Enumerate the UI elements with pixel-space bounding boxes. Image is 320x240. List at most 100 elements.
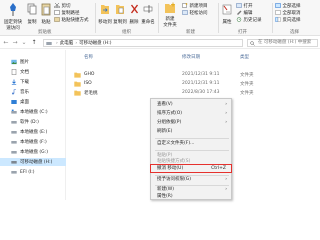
- rename-button[interactable]: 重命名: [141, 2, 155, 26]
- file-name: 老毛桃: [84, 91, 98, 96]
- nav-item-desktop[interactable]: 桌面: [0, 98, 66, 106]
- menu-separator: [155, 138, 229, 139]
- pin-to-quick-access-button[interactable]: 固定到快 速访问: [2, 2, 24, 31]
- select-all-icon: [275, 3, 281, 8]
- pin-label-line2: 速访问: [6, 25, 20, 31]
- forward-button[interactable]: →: [11, 39, 19, 47]
- history-button[interactable]: 历史记录: [236, 16, 266, 23]
- chevron-right-icon: ›: [225, 120, 227, 125]
- copy-path-icon: [54, 10, 60, 15]
- paste-icon: [41, 3, 51, 16]
- select-group-label: 选择: [290, 30, 299, 35]
- cut-button[interactable]: 剪切: [54, 2, 88, 9]
- copy-button[interactable]: 复制: [26, 2, 38, 26]
- ribbon-separator: [272, 3, 273, 33]
- new-item-button[interactable]: 新建项目: [182, 2, 216, 9]
- up-button[interactable]: ↑: [30, 39, 38, 47]
- chevron-right-icon: ›: [56, 40, 58, 46]
- invert-selection-icon: [275, 17, 281, 22]
- file-type: 文件夹: [240, 91, 254, 96]
- nav-item-drive-g[interactable]: 本地磁盘 (G:): [0, 148, 66, 156]
- nav-item-pictures[interactable]: 图片: [0, 58, 66, 66]
- menu-item-customize-folder[interactable]: 自定义文件夹(F)...: [157, 140, 229, 148]
- new-folder-label-line2: 文件夹: [163, 22, 177, 28]
- downloads-icon: [11, 79, 17, 85]
- new-item-label: 新建项目: [189, 3, 208, 9]
- chevron-right-icon: ›: [75, 40, 78, 46]
- easy-access-button[interactable]: 轻松访问: [182, 9, 216, 16]
- pin-label-line1: 固定到快: [4, 20, 22, 25]
- nav-item-music[interactable]: 音乐: [0, 88, 66, 96]
- nav-item-downloads[interactable]: 下载: [0, 78, 66, 86]
- move-to-button[interactable]: 移动到: [98, 2, 112, 26]
- menu-item-label: 自定义文件夹(F)...: [157, 141, 195, 146]
- search-input[interactable]: 在 可移动磁盘 (H:) 中搜索: [247, 39, 318, 47]
- invert-selection-button[interactable]: 反向选择: [275, 16, 319, 23]
- menu-item-label: 排序方式(O): [157, 111, 183, 116]
- menu-item-group[interactable]: 分组依据(P) ›: [157, 119, 229, 127]
- edit-label: 编辑: [243, 10, 253, 16]
- nav-label: 音乐: [20, 90, 29, 95]
- table-row[interactable]: GHO 2021/12/31 9:11 文件夹: [74, 71, 320, 79]
- menu-item-label: 授予访问权限(G): [157, 177, 191, 182]
- open-button[interactable]: 打开: [236, 2, 266, 9]
- nav-item-drive-e[interactable]: 本地磁盘 (E:): [0, 128, 66, 136]
- address-field[interactable]: › 此电脑 › 可移动磁盘 (H:): [43, 39, 243, 47]
- ribbon: 固定到快 速访问 复制 粘贴 剪切 复制路径 粘贴快捷方式 剪贴板 移动到 复制…: [0, 0, 320, 36]
- properties-button[interactable]: 属性: [221, 2, 233, 26]
- menu-item-give-access[interactable]: 授予访问权限(G) ›: [157, 176, 229, 184]
- paste-button[interactable]: 粘贴: [40, 2, 52, 26]
- new-folder-button[interactable]: 新建 文件夹: [161, 2, 179, 28]
- edit-icon: [237, 10, 242, 15]
- table-row[interactable]: ISO 2021/12/31 9:11 文件夹: [74, 80, 320, 88]
- select-none-button[interactable]: 全部取消: [275, 9, 319, 16]
- edit-button[interactable]: 编辑: [236, 9, 266, 16]
- copy-path-button[interactable]: 复制路径: [54, 9, 88, 16]
- desktop-icon: [11, 100, 17, 104]
- chevron-right-icon: ›: [225, 177, 227, 182]
- back-button[interactable]: ←: [2, 39, 10, 47]
- nav-label: EFI (I:): [20, 169, 35, 175]
- menu-separator: [155, 150, 229, 151]
- search-placeholder: 在 可移动磁盘 (H:) 中搜索: [258, 40, 312, 45]
- menu-item-refresh[interactable]: 刷新(E): [157, 128, 229, 136]
- menu-item-label: 属性(R): [157, 194, 173, 199]
- column-header-name[interactable]: 名称: [84, 54, 93, 60]
- nav-item-documents[interactable]: 文档: [0, 68, 66, 76]
- new-folder-icon: [165, 2, 175, 13]
- new-group-label: 新建: [186, 30, 195, 35]
- nav-label: 本地磁盘 (E:): [20, 130, 48, 135]
- table-row[interactable]: 老毛桃 2022/8/30 17:43 文件夹: [74, 89, 320, 97]
- copy-to-button[interactable]: 复制到: [113, 2, 127, 26]
- menu-item-label: 分组依据(P): [157, 120, 182, 125]
- clipboard-group-label: 剪贴板: [38, 30, 52, 35]
- select-none-icon: [275, 10, 281, 15]
- file-type: 文件夹: [240, 73, 254, 78]
- nav-item-drive-d[interactable]: 软件 (D:): [0, 118, 66, 126]
- file-date: 2021/12/31 9:11: [182, 81, 220, 86]
- delete-label: 删除: [129, 20, 139, 25]
- file-name: ISO: [84, 81, 92, 86]
- recent-locations-button[interactable]: ⌄: [20, 39, 28, 47]
- nav-item-drive-f[interactable]: 本地磁盘 (F:): [0, 138, 66, 146]
- open-icon: [236, 3, 242, 8]
- menu-item-properties[interactable]: 属性(R): [157, 193, 229, 201]
- column-header-date[interactable]: 修改日期: [182, 54, 200, 60]
- breadcrumb-this-pc[interactable]: 此电脑: [60, 40, 74, 46]
- move-to-label: 移动到: [98, 20, 112, 25]
- select-all-button[interactable]: 全部选择: [275, 2, 319, 9]
- nav-item-efi-i[interactable]: EFI (I:): [0, 168, 66, 176]
- breadcrumb-removable-disk[interactable]: 可移动磁盘 (H:): [79, 40, 111, 46]
- nav-item-drive-c[interactable]: 本地磁盘 (C:): [0, 108, 66, 116]
- menu-item-sort[interactable]: 排序方式(O) ›: [157, 110, 229, 118]
- invert-selection-label: 反向选择: [282, 17, 301, 23]
- menu-item-view[interactable]: 查看(V) ›: [157, 101, 229, 109]
- column-header-type[interactable]: 类型: [240, 54, 249, 60]
- delete-button[interactable]: 删除: [129, 2, 139, 26]
- nav-item-removable-h[interactable]: 可移动磁盘 (H:): [0, 158, 66, 166]
- paste-shortcut-button[interactable]: 粘贴快捷方式: [54, 16, 89, 23]
- context-menu: 查看(V) › 排序方式(O) › 分组依据(P) › 刷新(E) 自定义文件夹…: [150, 98, 232, 200]
- cut-label: 剪切: [61, 3, 71, 9]
- copy-path-label: 复制路径: [61, 10, 80, 16]
- nav-label: 本地磁盘 (G:): [20, 150, 48, 155]
